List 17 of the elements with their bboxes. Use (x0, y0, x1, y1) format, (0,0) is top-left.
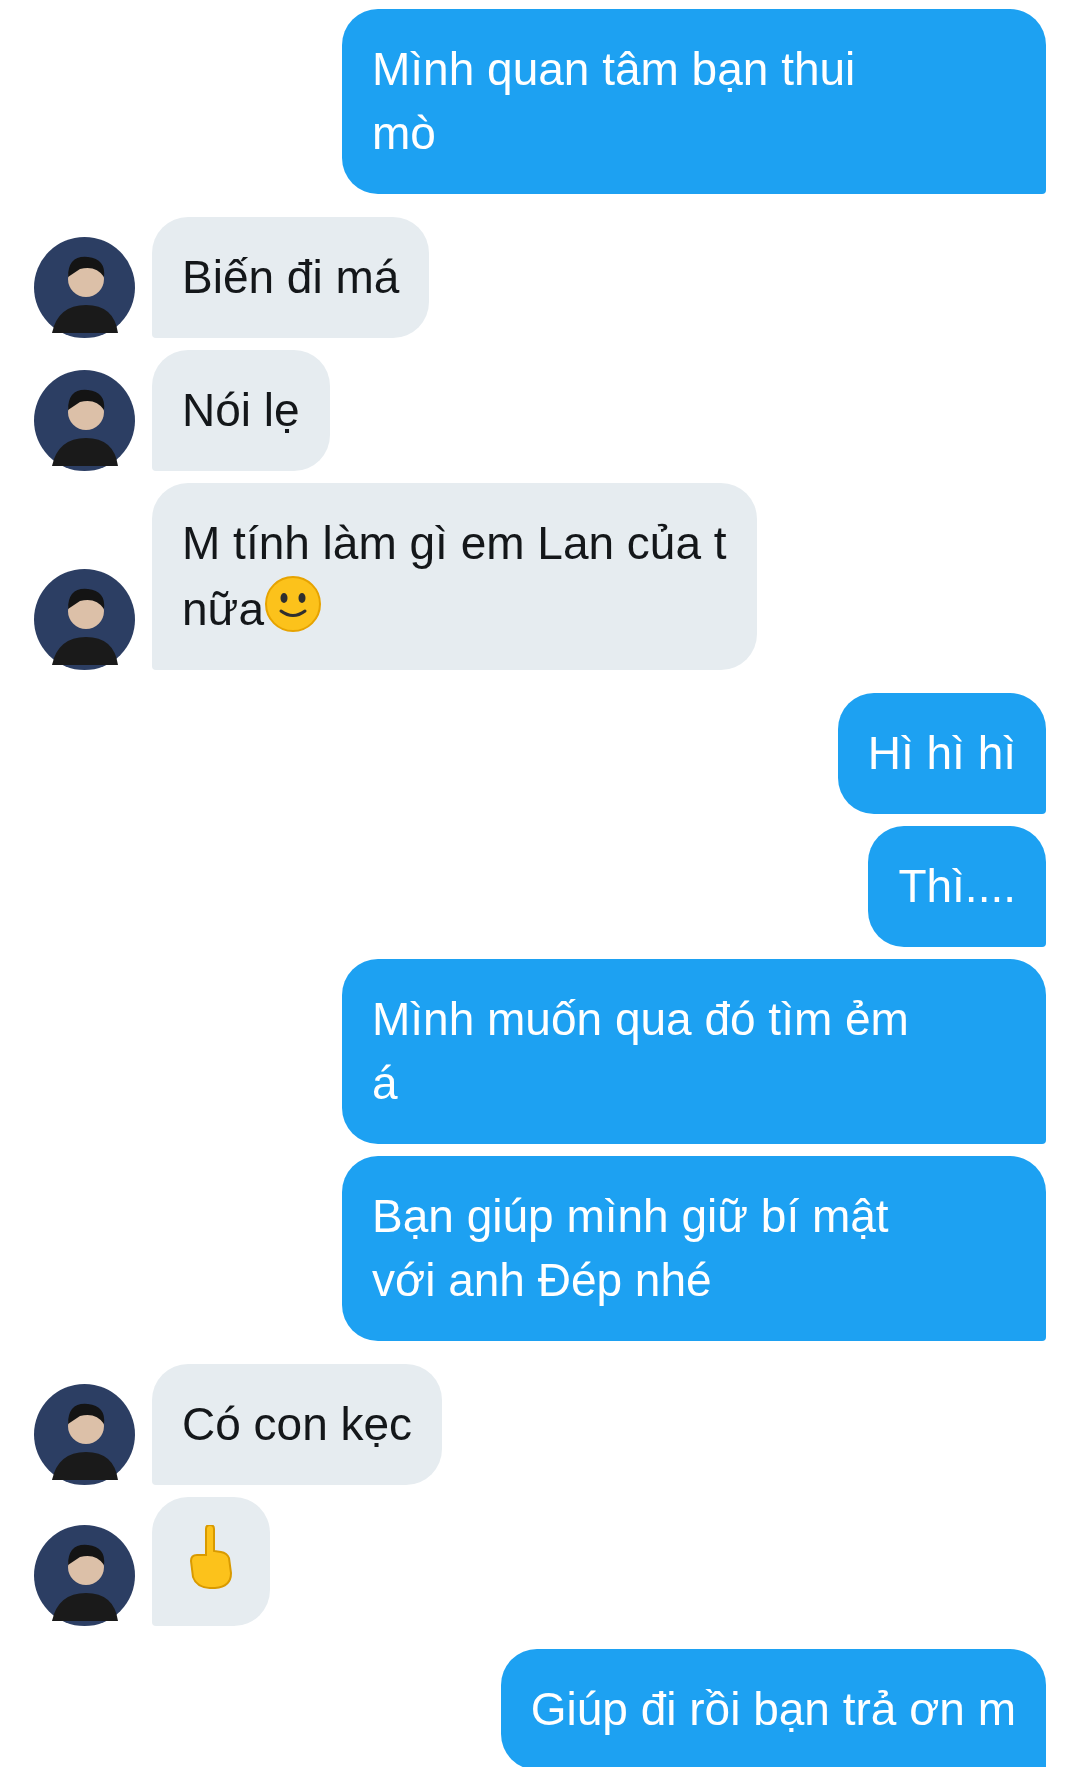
message-bubble: Thì.... (868, 826, 1046, 947)
avatar[interactable] (34, 569, 135, 670)
message-bubble: Mình muốn qua đó tìm ẻm á (342, 959, 1046, 1144)
message-bubble: Giúp đi rồi bạn trả ơn m (500, 1649, 1046, 1767)
message-bubble: Có con kẹc (152, 1364, 443, 1485)
message-bubble: M tính làm gì em Lan của t nữa (152, 483, 757, 670)
message-bubble: Bạn giúp mình giữ bí mật với anh Đép nhé (342, 1156, 1046, 1341)
message-bubble: Mình quan tâm bạn thui mò (342, 9, 1046, 194)
message-bubble: Biến đi má (152, 217, 430, 338)
avatar[interactable] (34, 237, 135, 338)
hand-icon (187, 1525, 235, 1589)
message-bubble: Nói lẹ (152, 350, 330, 471)
avatar[interactable] (34, 1525, 135, 1626)
smiley-icon (263, 575, 322, 633)
message-bubble: Hì hì hì (837, 693, 1046, 814)
avatar[interactable] (34, 370, 135, 471)
avatar[interactable] (34, 1384, 135, 1485)
